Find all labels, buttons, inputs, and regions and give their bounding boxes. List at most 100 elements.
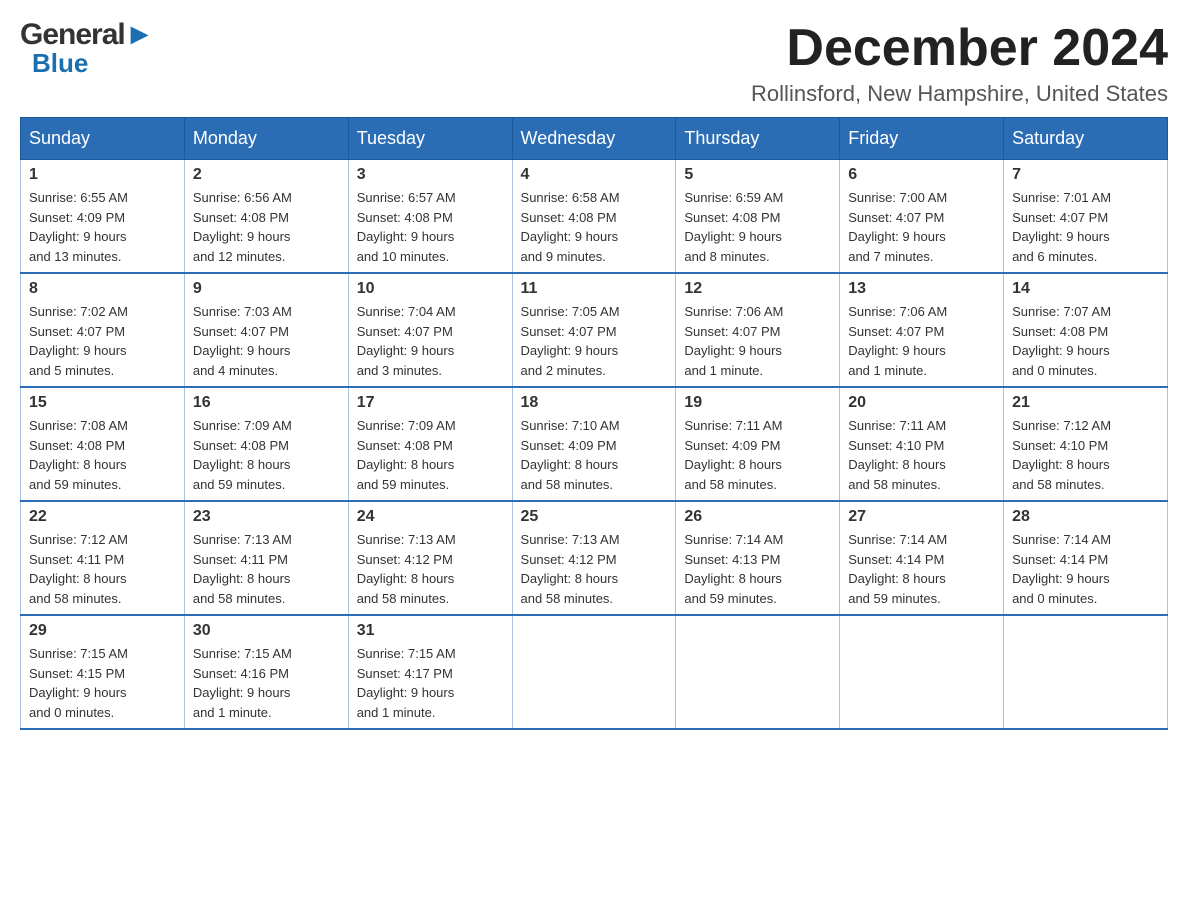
calendar-cell: 25 Sunrise: 7:13 AMSunset: 4:12 PMDayligh…: [512, 501, 676, 615]
day-info: Sunrise: 7:06 AMSunset: 4:07 PMDaylight:…: [848, 302, 995, 380]
week-row-3: 15Sunrise: 7:08 AMSunset: 4:08 PMDayligh…: [21, 387, 1168, 501]
calendar-header: Sunday Monday Tuesday Wednesday Thursday…: [21, 118, 1168, 160]
calendar-cell: 6 Sunrise: 7:00 AMSunset: 4:07 PMDaylight…: [840, 160, 1004, 274]
day-info: Sunrise: 7:14 AMSunset: 4:14 PMDaylight:…: [1012, 530, 1159, 608]
day-info: Sunrise: 6:56 AMSunset: 4:08 PMDaylight:…: [193, 188, 340, 266]
calendar-cell: 16 Sunrise: 7:09 AMSunset: 4:08 PMDayligh…: [184, 387, 348, 501]
week-row-2: 8 Sunrise: 7:02 AMSunset: 4:07 PMDaylight…: [21, 273, 1168, 387]
day-info: Sunrise: 7:10 AMSunset: 4:09 PMDaylight:…: [521, 416, 668, 494]
day-number: 2: [193, 166, 340, 184]
week-row-4: 22Sunrise: 7:12 AMSunset: 4:11 PMDayligh…: [21, 501, 1168, 615]
day-number: 4: [521, 166, 668, 184]
day-number: 13: [848, 280, 995, 298]
day-number: 18: [521, 394, 668, 412]
day-info: Sunrise: 7:13 AMSunset: 4:11 PMDaylight:…: [193, 530, 340, 608]
calendar-cell: 17Sunrise: 7:09 AMSunset: 4:08 PMDayligh…: [348, 387, 512, 501]
calendar-cell: 13 Sunrise: 7:06 AMSunset: 4:07 PMDayligh…: [840, 273, 1004, 387]
calendar-cell: 26 Sunrise: 7:14 AMSunset: 4:13 PMDayligh…: [676, 501, 840, 615]
day-number: 29: [29, 622, 176, 640]
week-row-5: 29 Sunrise: 7:15 AMSunset: 4:15 PMDayligh…: [21, 615, 1168, 729]
day-info: Sunrise: 7:02 AMSunset: 4:07 PMDaylight:…: [29, 302, 176, 380]
calendar-cell: 14 Sunrise: 7:07 AMSunset: 4:08 PMDayligh…: [1004, 273, 1168, 387]
day-info: Sunrise: 7:01 AMSunset: 4:07 PMDaylight:…: [1012, 188, 1159, 266]
calendar-cell: [1004, 615, 1168, 729]
day-info: Sunrise: 7:04 AMSunset: 4:07 PMDaylight:…: [357, 302, 504, 380]
logo-arrow-icon: ►: [125, 18, 154, 51]
calendar-cell: 7 Sunrise: 7:01 AMSunset: 4:07 PMDaylight…: [1004, 160, 1168, 274]
calendar-cell: 10 Sunrise: 7:04 AMSunset: 4:07 PMDayligh…: [348, 273, 512, 387]
logo: General► Blue: [20, 20, 153, 76]
day-info: Sunrise: 6:55 AMSunset: 4:09 PMDaylight:…: [29, 188, 176, 266]
day-number: 25: [521, 508, 668, 526]
day-number: 21: [1012, 394, 1159, 412]
calendar-cell: 11 Sunrise: 7:05 AMSunset: 4:07 PMDayligh…: [512, 273, 676, 387]
day-info: Sunrise: 7:09 AMSunset: 4:08 PMDaylight:…: [193, 416, 340, 494]
logo-blue-text: Blue: [32, 48, 88, 78]
day-info: Sunrise: 7:06 AMSunset: 4:07 PMDaylight:…: [684, 302, 831, 380]
day-number: 30: [193, 622, 340, 640]
day-info: Sunrise: 6:58 AMSunset: 4:08 PMDaylight:…: [521, 188, 668, 266]
calendar-cell: [676, 615, 840, 729]
calendar-cell: 24 Sunrise: 7:13 AMSunset: 4:12 PMDayligh…: [348, 501, 512, 615]
day-info: Sunrise: 7:13 AMSunset: 4:12 PMDaylight:…: [357, 530, 504, 608]
day-info: Sunrise: 7:14 AMSunset: 4:14 PMDaylight:…: [848, 530, 995, 608]
header-tuesday: Tuesday: [348, 118, 512, 160]
day-number: 9: [193, 280, 340, 298]
day-number: 28: [1012, 508, 1159, 526]
header-sunday: Sunday: [21, 118, 185, 160]
calendar-cell: 29 Sunrise: 7:15 AMSunset: 4:15 PMDayligh…: [21, 615, 185, 729]
calendar-cell: 31Sunrise: 7:15 AMSunset: 4:17 PMDayligh…: [348, 615, 512, 729]
week-row-1: 1 Sunrise: 6:55 AMSunset: 4:09 PMDaylight…: [21, 160, 1168, 274]
calendar-cell: 23Sunrise: 7:13 AMSunset: 4:11 PMDayligh…: [184, 501, 348, 615]
day-number: 20: [848, 394, 995, 412]
month-title: December 2024: [751, 20, 1168, 77]
day-info: Sunrise: 7:07 AMSunset: 4:08 PMDaylight:…: [1012, 302, 1159, 380]
day-number: 16: [193, 394, 340, 412]
header-row: Sunday Monday Tuesday Wednesday Thursday…: [21, 118, 1168, 160]
calendar-cell: 28 Sunrise: 7:14 AMSunset: 4:14 PMDayligh…: [1004, 501, 1168, 615]
day-number: 26: [684, 508, 831, 526]
calendar-cell: 30 Sunrise: 7:15 AMSunset: 4:16 PMDayligh…: [184, 615, 348, 729]
day-number: 1: [29, 166, 176, 184]
day-number: 14: [1012, 280, 1159, 298]
header-friday: Friday: [840, 118, 1004, 160]
day-info: Sunrise: 7:12 AMSunset: 4:10 PMDaylight:…: [1012, 416, 1159, 494]
calendar-cell: [840, 615, 1004, 729]
location-text: Rollinsford, New Hampshire, United State…: [751, 81, 1168, 107]
calendar-cell: 8 Sunrise: 7:02 AMSunset: 4:07 PMDaylight…: [21, 273, 185, 387]
header-wednesday: Wednesday: [512, 118, 676, 160]
day-info: Sunrise: 7:03 AMSunset: 4:07 PMDaylight:…: [193, 302, 340, 380]
calendar-table: Sunday Monday Tuesday Wednesday Thursday…: [20, 117, 1168, 730]
day-info: Sunrise: 7:00 AMSunset: 4:07 PMDaylight:…: [848, 188, 995, 266]
calendar-cell: [512, 615, 676, 729]
header-saturday: Saturday: [1004, 118, 1168, 160]
day-info: Sunrise: 7:11 AMSunset: 4:09 PMDaylight:…: [684, 416, 831, 494]
day-info: Sunrise: 7:08 AMSunset: 4:08 PMDaylight:…: [29, 416, 176, 494]
calendar-cell: 27 Sunrise: 7:14 AMSunset: 4:14 PMDayligh…: [840, 501, 1004, 615]
day-info: Sunrise: 7:13 AMSunset: 4:12 PMDaylight:…: [521, 530, 668, 608]
day-number: 10: [357, 280, 504, 298]
day-number: 3: [357, 166, 504, 184]
calendar-cell: 2 Sunrise: 6:56 AMSunset: 4:08 PMDaylight…: [184, 160, 348, 274]
day-info: Sunrise: 7:15 AMSunset: 4:15 PMDaylight:…: [29, 644, 176, 722]
day-number: 5: [684, 166, 831, 184]
calendar-cell: 15Sunrise: 7:08 AMSunset: 4:08 PMDayligh…: [21, 387, 185, 501]
day-info: Sunrise: 7:05 AMSunset: 4:07 PMDaylight:…: [521, 302, 668, 380]
day-number: 19: [684, 394, 831, 412]
logo-general-text: General►: [20, 20, 153, 50]
day-number: 6: [848, 166, 995, 184]
day-info: Sunrise: 6:57 AMSunset: 4:08 PMDaylight:…: [357, 188, 504, 266]
day-number: 24: [357, 508, 504, 526]
day-info: Sunrise: 7:09 AMSunset: 4:08 PMDaylight:…: [357, 416, 504, 494]
day-number: 7: [1012, 166, 1159, 184]
day-info: Sunrise: 7:12 AMSunset: 4:11 PMDaylight:…: [29, 530, 176, 608]
day-info: Sunrise: 7:15 AMSunset: 4:17 PMDaylight:…: [357, 644, 504, 722]
calendar-cell: 4 Sunrise: 6:58 AMSunset: 4:08 PMDaylight…: [512, 160, 676, 274]
day-info: Sunrise: 7:11 AMSunset: 4:10 PMDaylight:…: [848, 416, 995, 494]
day-info: Sunrise: 7:14 AMSunset: 4:13 PMDaylight:…: [684, 530, 831, 608]
day-number: 27: [848, 508, 995, 526]
page-header: General► Blue December 2024 Rollinsford,…: [20, 20, 1168, 107]
day-info: Sunrise: 7:15 AMSunset: 4:16 PMDaylight:…: [193, 644, 340, 722]
day-number: 8: [29, 280, 176, 298]
day-number: 11: [521, 280, 668, 298]
